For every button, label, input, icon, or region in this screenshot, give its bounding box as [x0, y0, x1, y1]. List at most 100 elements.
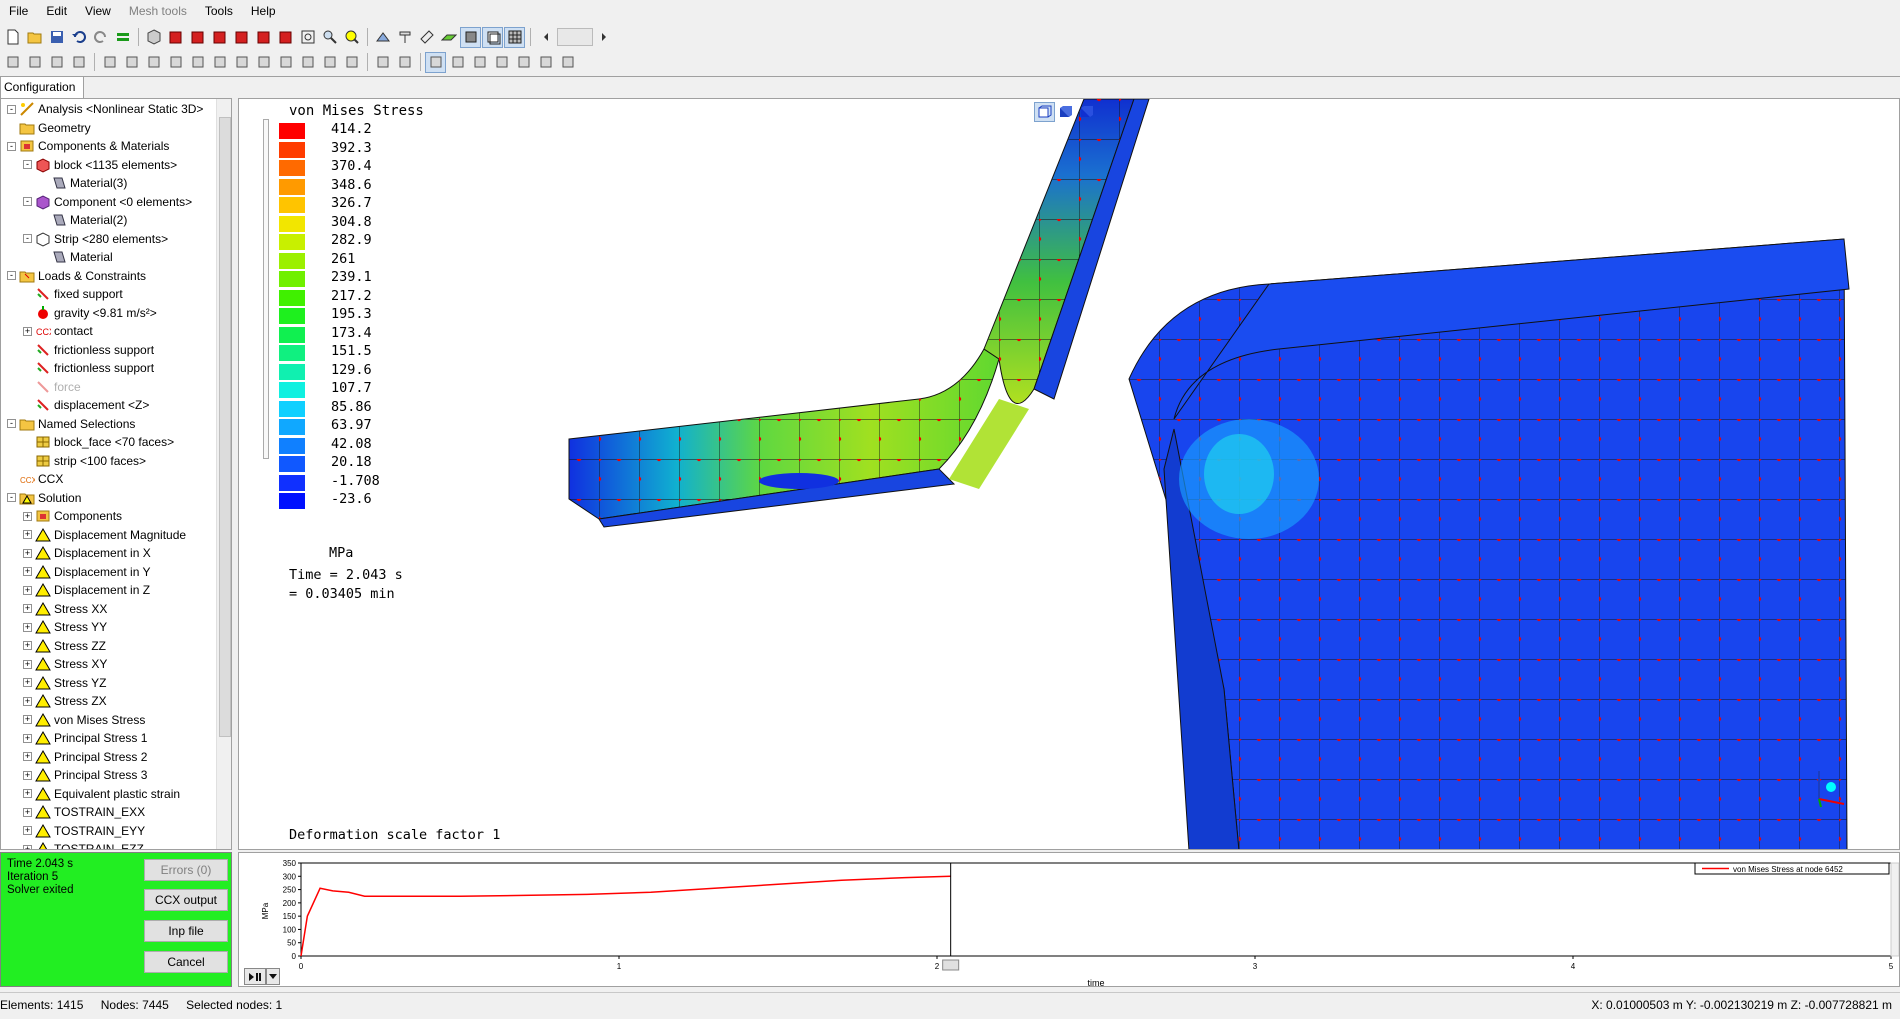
expand-icon[interactable]: +: [23, 622, 32, 632]
tree-item[interactable]: strip <100 faces>: [23, 452, 146, 470]
dropdown-icon[interactable]: [513, 52, 534, 73]
table-icon[interactable]: [557, 52, 578, 73]
collapse-icon[interactable]: -: [7, 493, 16, 502]
solid-mode-icon[interactable]: [469, 52, 490, 73]
expand-icon[interactable]: +: [23, 733, 32, 743]
menu-tools[interactable]: Tools: [196, 0, 242, 22]
collapse-icon[interactable]: -: [23, 197, 32, 206]
measure-icon[interactable]: [535, 52, 556, 73]
expand-icon[interactable]: +: [23, 511, 32, 521]
select-mode-icon[interactable]: [372, 27, 393, 48]
path-icon[interactable]: [297, 52, 318, 73]
expand-icon[interactable]: +: [23, 530, 32, 539]
expand-icon[interactable]: +: [23, 789, 32, 798]
tree-item[interactable]: CCXCCX: [7, 470, 63, 488]
tree-item[interactable]: - block <1135 elements>: [23, 156, 177, 174]
tab-configuration[interactable]: Configuration: [0, 76, 84, 98]
pick-icon[interactable]: [394, 27, 415, 48]
tree-item[interactable]: + Displacement in X: [23, 544, 151, 562]
expand-icon[interactable]: +: [23, 696, 32, 706]
menu-help[interactable]: Help: [242, 0, 285, 22]
redo-icon[interactable]: [90, 27, 111, 48]
tree-item[interactable]: fixed support: [23, 285, 123, 303]
tree-item[interactable]: displacement <Z>: [23, 396, 149, 414]
tree-item[interactable]: + Displacement Magnitude: [23, 526, 186, 544]
expand-icon[interactable]: +: [23, 326, 32, 336]
select-element-icon[interactable]: [24, 52, 45, 73]
collapse-icon[interactable]: -: [23, 160, 32, 169]
view-back-icon[interactable]: [187, 27, 208, 48]
expand-icon[interactable]: +: [23, 844, 32, 849]
play-options-dropdown-icon[interactable]: [266, 968, 280, 985]
save-icon[interactable]: [46, 27, 67, 48]
tree-item[interactable]: - Component <0 elements>: [23, 193, 192, 211]
ccx-output-button[interactable]: CCX output: [144, 889, 228, 911]
menu-edit[interactable]: Edit: [37, 0, 76, 22]
tree-item[interactable]: + Equivalent plastic strain: [23, 785, 180, 803]
tree-item[interactable]: + CCXcontact: [23, 322, 93, 340]
new-file-icon[interactable]: [2, 27, 23, 48]
arc-icon[interactable]: [275, 52, 296, 73]
collapse-icon[interactable]: -: [7, 141, 16, 151]
select-face-icon[interactable]: [46, 52, 67, 73]
view-wire-cube-icon[interactable]: [1034, 102, 1055, 122]
menu-view[interactable]: View: [76, 0, 120, 22]
surface-icon[interactable]: [438, 27, 459, 48]
box-select-icon[interactable]: [121, 52, 142, 73]
mirror-icon[interactable]: [187, 52, 208, 73]
split-icon[interactable]: [165, 52, 186, 73]
3d-viewport[interactable]: von Mises Stress 414.2 392.3 370.4 348.6 326…: [238, 98, 1900, 850]
zoom-fit-icon[interactable]: [297, 27, 318, 48]
inp-file-button[interactable]: Inp file: [144, 920, 228, 942]
solve-icon[interactable]: [112, 27, 133, 48]
expand-icon[interactable]: +: [23, 659, 32, 669]
tree-item[interactable]: - Components & Materials: [7, 137, 169, 155]
tree-item[interactable]: + Stress XY: [23, 655, 107, 673]
zoom-icon[interactable]: [319, 27, 340, 48]
tree-item[interactable]: gravity <9.81 m/s²>: [23, 304, 157, 322]
tree-item[interactable]: - Loads & Constraints: [7, 267, 146, 285]
mesh-view-icon[interactable]: [504, 26, 525, 48]
open-folder-icon[interactable]: [24, 27, 45, 48]
node-edit-icon[interactable]: [341, 52, 362, 73]
expand-icon[interactable]: +: [23, 770, 32, 780]
shaded-view-icon[interactable]: [460, 26, 481, 48]
zoom-window-icon[interactable]: [341, 27, 362, 48]
time-slider-handle[interactable]: [942, 959, 960, 971]
tree-item[interactable]: + Stress ZX: [23, 692, 107, 710]
tree-item[interactable]: + Displacement in Z: [23, 581, 150, 599]
mesh-icon[interactable]: [99, 52, 120, 73]
select-node-icon[interactable]: [2, 52, 23, 73]
align-icon[interactable]: [209, 52, 230, 73]
probe-icon[interactable]: [416, 27, 437, 48]
tree-scrollbar-thumb[interactable]: [219, 117, 231, 737]
expand-icon[interactable]: +: [23, 548, 32, 558]
tree-item[interactable]: - Analysis <Nonlinear Static 3D>: [7, 100, 203, 118]
view-solid-cube-icon[interactable]: [1055, 102, 1076, 122]
tree-item[interactable]: - Strip <280 elements>: [23, 230, 168, 248]
expand-icon[interactable]: +: [23, 678, 32, 687]
select-edge-icon[interactable]: [68, 52, 89, 73]
tree-item[interactable]: + Displacement in Y: [23, 563, 151, 581]
tree-item[interactable]: frictionless support: [23, 359, 154, 377]
expand-icon[interactable]: +: [23, 567, 32, 576]
collapse-icon[interactable]: -: [7, 104, 16, 114]
expand-icon[interactable]: +: [23, 641, 32, 650]
tree-item[interactable]: + Principal Stress 1: [23, 729, 147, 747]
tree-item[interactable]: Geometry: [7, 119, 91, 137]
surface-mode-icon[interactable]: [425, 51, 446, 73]
undo-icon[interactable]: [68, 27, 89, 48]
tree-item[interactable]: + Principal Stress 2: [23, 748, 147, 766]
tree-item[interactable]: force: [23, 378, 81, 396]
view-bottom-icon[interactable]: [231, 27, 252, 48]
tree-item[interactable]: - Solution: [7, 489, 81, 507]
tree-item[interactable]: + TOSTRAIN_EZZ: [23, 840, 144, 849]
cube-icon[interactable]: [143, 52, 164, 73]
view-shaded-cube-icon[interactable]: [1076, 102, 1097, 122]
play-pause-control[interactable]: [244, 968, 284, 985]
shell-mode-icon[interactable]: [447, 52, 468, 73]
tree-item[interactable]: Material(3): [39, 174, 127, 192]
fe-model-render[interactable]: [239, 99, 1900, 850]
play-pause-icon[interactable]: [244, 968, 266, 985]
tree-item[interactable]: + von Mises Stress: [23, 711, 145, 729]
